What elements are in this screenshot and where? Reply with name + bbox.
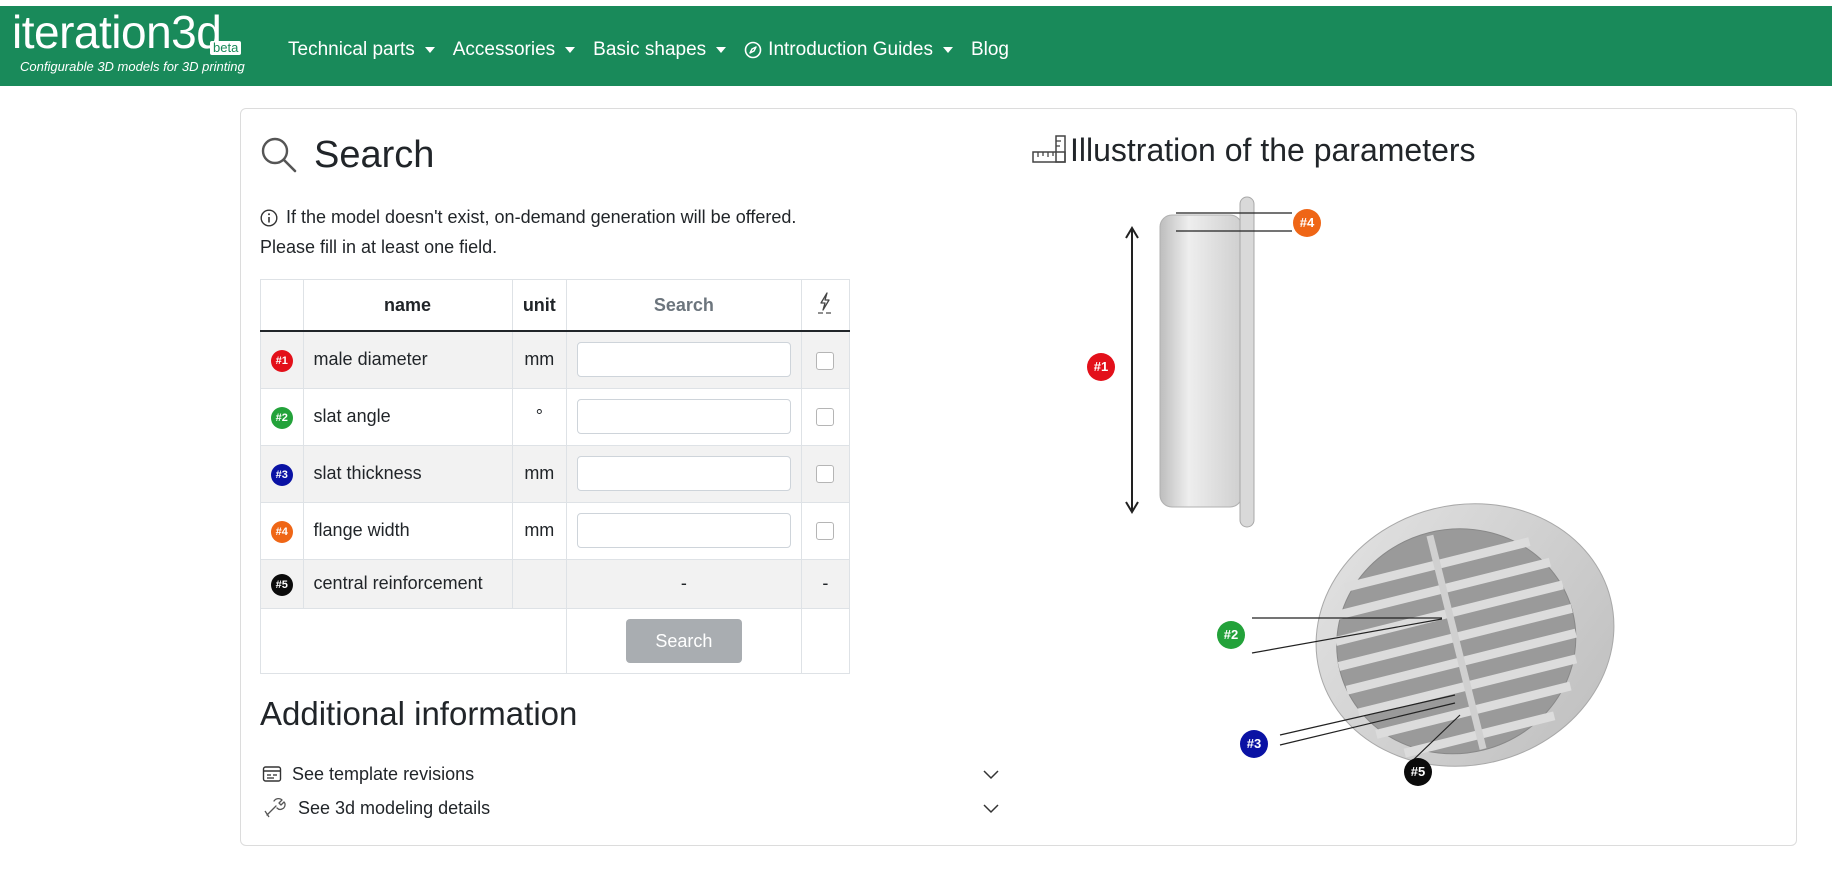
nav-item-label: Basic shapes — [593, 39, 707, 60]
caret-down-icon — [942, 47, 953, 53]
illustration-badge: #3 — [1240, 730, 1268, 758]
slat-angle-input[interactable] — [576, 399, 791, 434]
param-unit: mm — [511, 501, 568, 560]
modeling-details-toggle[interactable]: See 3d modeling details — [262, 795, 1000, 821]
chevron-down-icon — [983, 770, 999, 780]
nav-item-basic-shapes[interactable]: Basic shapes — [593, 39, 727, 61]
table-row: #2 slat angle ° — [260, 387, 851, 446]
illustration-badge: #5 — [1404, 758, 1432, 786]
param-placeholder: - — [800, 558, 851, 609]
table-row: #5 central reinforcement - - — [260, 558, 851, 609]
flange-width-input[interactable] — [576, 513, 791, 548]
compass-icon — [744, 41, 762, 59]
param-name: slat angle — [302, 387, 513, 446]
nav-item-blog[interactable]: Blog — [971, 39, 1009, 61]
search-icon — [261, 137, 297, 173]
search-heading: Search — [260, 130, 434, 180]
caret-down-icon — [716, 47, 727, 53]
brand-tagline: Configurable 3D models for 3D printing — [20, 59, 245, 74]
parameter-illustration: #4 #1 #2 #3 #5 — [1060, 195, 1640, 805]
search-button[interactable]: Search — [625, 618, 742, 663]
table-row: #3 slat thickness mm — [260, 444, 851, 503]
info-icon — [260, 208, 278, 227]
header-name: name — [302, 279, 513, 332]
navbar: iteration3d beta Configurable 3D models … — [0, 6, 1832, 86]
brand-logo[interactable]: iteration3d beta Configurable 3D models … — [10, 6, 280, 86]
param-badge: #1 — [270, 349, 293, 372]
nav-item-label: Blog — [970, 39, 1009, 60]
param-name: central reinforcement — [302, 558, 513, 609]
param-unit: ° — [511, 387, 568, 446]
param-badge: #4 — [270, 520, 293, 543]
illustration-badge: #4 — [1293, 209, 1321, 237]
slat-angle-checkbox[interactable] — [816, 408, 835, 427]
param-name: male diameter — [302, 330, 513, 389]
nav-item-accessories[interactable]: Accessories — [452, 39, 576, 61]
header-unit: unit — [511, 279, 568, 332]
accordion-label: See 3d modeling details — [298, 797, 491, 818]
nav-item-label: Accessories — [452, 39, 556, 60]
vent-grille-illustration — [1125, 196, 1615, 767]
ruler-icon — [1032, 135, 1066, 163]
button-row: Search — [259, 607, 851, 674]
wrench-icon — [264, 797, 286, 818]
male-diameter-input[interactable] — [576, 342, 791, 378]
header-generate — [800, 279, 851, 332]
accordion-label: See template revisions — [292, 763, 475, 784]
illustration-badge: #2 — [1217, 621, 1245, 649]
chevron-down-icon — [983, 804, 999, 814]
param-badge: #3 — [270, 463, 293, 486]
hint-text: Please fill in at least one field. — [260, 237, 498, 257]
additional-info-heading: Additional information — [260, 695, 578, 732]
male-diameter-checkbox[interactable] — [816, 351, 835, 370]
illustration-badge: #1 — [1087, 353, 1115, 381]
header-num — [260, 279, 304, 332]
beta-badge: beta — [210, 41, 242, 55]
slat-thickness-checkbox[interactable] — [816, 465, 835, 484]
brand-name: iteration3d — [12, 6, 222, 58]
param-badge: #5 — [270, 573, 293, 596]
nav-item-technical-parts[interactable]: Technical parts — [288, 39, 435, 61]
info-text: If the model doesn't exist, on-demand ge… — [286, 207, 797, 227]
template-revisions-toggle[interactable]: See template revisions — [262, 761, 1000, 787]
param-badge: #2 — [270, 406, 293, 429]
illustration-title: Illustration of the parameters — [1070, 131, 1476, 168]
calendar-icon — [262, 766, 282, 782]
caret-down-icon — [424, 47, 435, 53]
slat-thickness-input[interactable] — [576, 456, 791, 491]
nav-menu: Technical parts Accessories Basic shapes… — [288, 32, 1027, 68]
param-unit: mm — [511, 444, 568, 503]
header-search: Search — [566, 279, 802, 332]
param-placeholder: - — [566, 558, 802, 609]
nav-item-label: Technical parts — [288, 39, 415, 60]
illustration-heading: Illustration of the parameters — [1032, 128, 1476, 172]
parameters-table: name unit Search #1 male diameter mm #2 … — [259, 279, 851, 674]
param-name: flange width — [302, 501, 513, 560]
param-unit — [511, 558, 568, 609]
nav-item-label: Introduction Guides — [768, 39, 933, 60]
param-name: slat thickness — [302, 444, 513, 503]
search-title: Search — [314, 133, 435, 176]
flange-width-checkbox[interactable] — [816, 522, 835, 541]
lightning-icon — [818, 291, 832, 314]
table-row: #1 male diameter mm — [260, 330, 851, 389]
caret-down-icon — [565, 47, 576, 53]
param-unit: mm — [511, 330, 568, 389]
info-message: If the model doesn't exist, on-demand ge… — [260, 207, 796, 228]
table-row: #4 flange width mm — [260, 501, 851, 560]
nav-item-introduction-guides[interactable]: Introduction Guides — [744, 39, 953, 61]
